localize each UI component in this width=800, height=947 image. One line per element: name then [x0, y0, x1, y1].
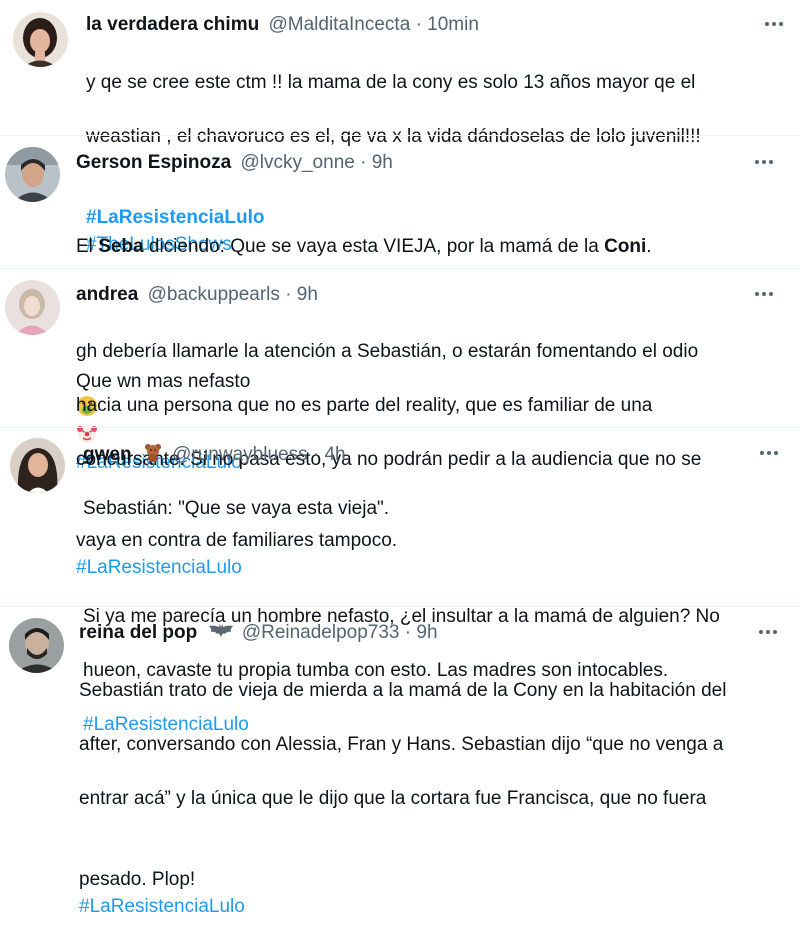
avatar[interactable]	[10, 438, 65, 493]
author-handle[interactable]: @Reinadelpop733	[242, 622, 400, 643]
author-name[interactable]: andrea	[76, 284, 138, 305]
text-segment: diciendo: Que se vaya esta VIEJA, por la…	[143, 236, 605, 257]
author-name[interactable]: la verdadera chimu	[86, 14, 259, 35]
text-bold: Coni	[604, 236, 647, 257]
tweet-3[interactable]: andrea @backuppearls · 9h gh debería lla…	[0, 269, 800, 578]
author-handle[interactable]: @MalditaIncecta	[268, 14, 410, 35]
separator-dot: ·	[312, 444, 320, 465]
more-options-icon[interactable]	[750, 284, 778, 304]
tweet-time[interactable]: 9h	[297, 284, 318, 305]
text-line: hacia una persona que no es parte del re…	[76, 395, 653, 416]
tweet-4[interactable]: gwen @runwaybluess · 4h Sebastián: "Que …	[0, 428, 800, 735]
avatar[interactable]	[13, 12, 68, 67]
hashtag[interactable]: #LaResistenciaLulo	[79, 896, 245, 917]
separator-dot: ·	[285, 284, 292, 305]
more-options-icon[interactable]	[750, 152, 778, 172]
separator-dot: ·	[415, 14, 422, 35]
text-line: Sebastián trato de vieja de mierda a la …	[79, 680, 727, 701]
text-line: Sebastián: "Que se vaya esta vieja".	[83, 498, 390, 519]
more-options-icon[interactable]	[755, 443, 783, 463]
tweet-time[interactable]: 10min	[427, 14, 479, 35]
text-line: entrar acá” y la única que le dijo que l…	[79, 788, 707, 809]
text-line: gh debería llamarle la atención a Sebast…	[76, 341, 699, 362]
avatar[interactable]	[9, 618, 64, 673]
author-handle[interactable]: @backuppearls	[148, 284, 280, 305]
author-name[interactable]: Gerson Espinoza	[76, 152, 231, 173]
bat-icon	[208, 624, 233, 637]
text-line: after, conversando con Alessia, Fran y H…	[79, 734, 724, 755]
text-segment: El	[76, 236, 99, 257]
avatar[interactable]	[5, 147, 60, 202]
text-line: y qe se cree este ctm !! la mama de la c…	[86, 72, 696, 93]
separator-dot: ·	[404, 622, 412, 643]
tweet-5[interactable]: reina del pop @Reinadelpop733 · 9h Sebas…	[0, 607, 800, 917]
avatar-man-beard-icon	[9, 618, 64, 673]
text-line: pesado. Plop!	[79, 869, 196, 890]
separator-dot: ·	[360, 152, 367, 173]
tweet-2[interactable]: Gerson Espinoza @lvcky_onne · 9h El Seba…	[0, 136, 800, 473]
tweet-time[interactable]: 9h	[372, 152, 393, 173]
tweet-1[interactable]: la verdadera chimu @MalditaIncecta · 10m…	[0, 0, 800, 255]
more-options-icon[interactable]	[760, 14, 788, 34]
tweet-text: Sebastián trato de vieja de mierda a la …	[79, 650, 797, 947]
author-name[interactable]: gwen	[83, 444, 132, 465]
avatar-woman-icon	[13, 12, 68, 67]
avatar-girl-icon	[5, 280, 60, 335]
teddy-bear-icon	[144, 444, 161, 462]
avatar-woman-dark-icon	[10, 438, 65, 493]
author-handle[interactable]: @runwaybluess	[172, 444, 307, 465]
author-name[interactable]: reina del pop	[79, 622, 197, 643]
avatar[interactable]	[5, 280, 60, 335]
more-options-icon[interactable]	[754, 622, 782, 642]
text-segment: .	[646, 236, 652, 257]
tweet-time[interactable]: 9h	[416, 622, 437, 643]
text-bold: Seba	[98, 236, 144, 257]
tweet-time[interactable]: 4h	[324, 444, 345, 465]
author-handle[interactable]: @lvcky_onne	[240, 152, 354, 173]
avatar-man-icon	[5, 147, 60, 202]
